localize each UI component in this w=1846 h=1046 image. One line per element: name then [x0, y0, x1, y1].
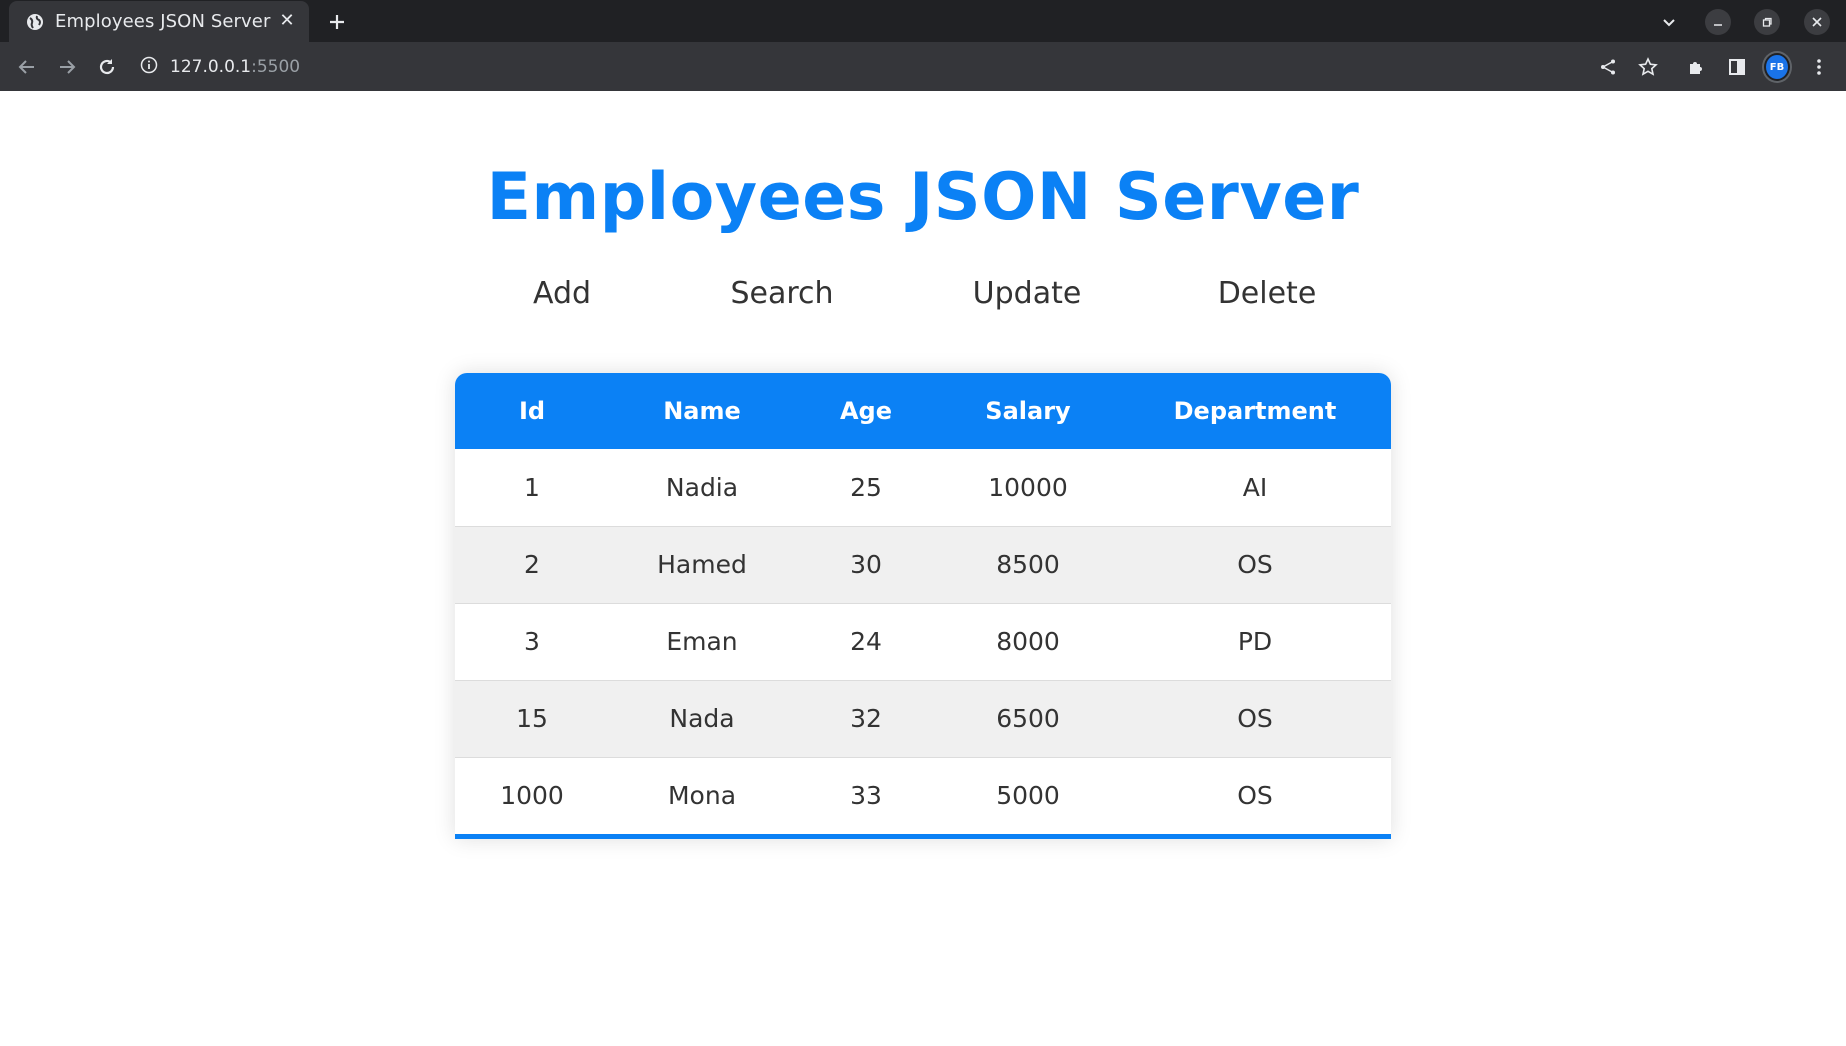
cell-department: OS: [1237, 781, 1273, 811]
table-header: Id Name Age Salary Department: [455, 373, 1391, 449]
table-row: 15 Nada 32 6500 OS: [455, 680, 1391, 757]
url-port: :5500: [251, 57, 301, 77]
side-panel-icon[interactable]: [1724, 54, 1750, 80]
table-row: 1 Nadia 25 10000 AI: [455, 449, 1391, 526]
cell-id: 1: [524, 472, 540, 502]
cell-department: OS: [1237, 550, 1273, 579]
tab-strip: Employees JSON Server ✕: [0, 0, 1846, 42]
address-bar[interactable]: 127.0.0.1:5500: [140, 49, 1520, 85]
page-content: Employees JSON Server Add Search Update …: [0, 91, 1846, 1046]
close-window-icon[interactable]: [1804, 9, 1830, 35]
cell-id: 1000: [500, 781, 564, 811]
header-id: Id: [518, 397, 546, 425]
cell-id: 2: [524, 550, 540, 579]
header-age: Age: [839, 397, 893, 425]
table-row: 3 Eman 24 8000 PD: [455, 603, 1391, 680]
browser-chrome: Employees JSON Server ✕ 127.0.0.1:5500 …: [0, 0, 1846, 91]
cell-name: Eman: [666, 627, 738, 656]
add-link[interactable]: Add: [533, 276, 591, 311]
forward-icon[interactable]: [54, 54, 80, 80]
cell-salary: 6500: [996, 704, 1060, 733]
share-icon[interactable]: [1595, 54, 1621, 80]
cell-department: OS: [1237, 704, 1273, 733]
cell-name: Nada: [669, 704, 735, 733]
browser-toolbar: 127.0.0.1:5500 FB: [0, 42, 1846, 91]
cell-age: 25: [850, 472, 882, 502]
cell-id: 3: [524, 627, 540, 656]
table-header-row: Id Name Age Salary Department: [455, 373, 1391, 449]
restore-icon[interactable]: [1754, 9, 1780, 35]
cell-department: AI: [1242, 472, 1268, 502]
update-link[interactable]: Update: [973, 276, 1082, 311]
search-link[interactable]: Search: [730, 276, 833, 311]
close-tab-icon[interactable]: ✕: [277, 11, 297, 31]
profile-avatar[interactable]: FB: [1764, 53, 1790, 81]
url-host: 127.0.0.1: [170, 57, 252, 77]
table-row: 1000 Mona 33 5000 OS: [455, 757, 1391, 834]
cell-name: Nadia: [665, 472, 739, 502]
cell-salary: 10000: [988, 472, 1068, 502]
reload-icon[interactable]: [94, 54, 120, 80]
employees-table-container: Id Name Age Salary Department 1 Nadia 25…: [455, 373, 1391, 839]
cell-name: Hamed: [657, 550, 747, 579]
cell-age: 32: [850, 704, 882, 733]
globe-icon: [25, 12, 45, 32]
action-nav: Add Search Update Delete: [0, 276, 1846, 326]
back-icon[interactable]: [14, 54, 40, 80]
cell-age: 33: [850, 781, 882, 811]
cell-id: 15: [516, 704, 548, 733]
tab-title: Employees JSON Server: [55, 11, 271, 32]
profile-initials: FB: [1764, 53, 1790, 81]
cell-salary: 8000: [996, 627, 1060, 656]
cell-salary: 8500: [996, 550, 1060, 579]
cell-salary: 5000: [996, 781, 1060, 811]
menu-kebab-icon[interactable]: [1806, 54, 1832, 80]
browser-tab[interactable]: Employees JSON Server ✕: [9, 1, 309, 42]
cell-age: 24: [850, 627, 882, 656]
new-tab-icon[interactable]: [324, 9, 350, 35]
header-name: Name: [663, 397, 741, 425]
page-title: Employees JSON Server: [486, 160, 1360, 235]
delete-link[interactable]: Delete: [1218, 276, 1317, 311]
tab-search-chevron-icon[interactable]: [1656, 9, 1682, 35]
table-row: 2 Hamed 30 8500 OS: [455, 526, 1391, 603]
extensions-puzzle-icon[interactable]: [1684, 54, 1710, 80]
site-info-icon[interactable]: [140, 56, 158, 78]
cell-department: PD: [1237, 627, 1273, 656]
cell-age: 30: [850, 550, 882, 579]
cell-name: Mona: [667, 781, 737, 811]
employees-table: Id Name Age Salary Department 1 Nadia 25…: [455, 373, 1391, 834]
header-salary: Salary: [985, 397, 1071, 425]
bookmark-star-icon[interactable]: [1635, 54, 1661, 80]
table-body: 1 Nadia 25 10000 AI 2 Hamed 30 8500 OS 3…: [455, 449, 1391, 834]
header-department: Department: [1173, 397, 1337, 425]
minimize-icon[interactable]: [1705, 9, 1731, 35]
